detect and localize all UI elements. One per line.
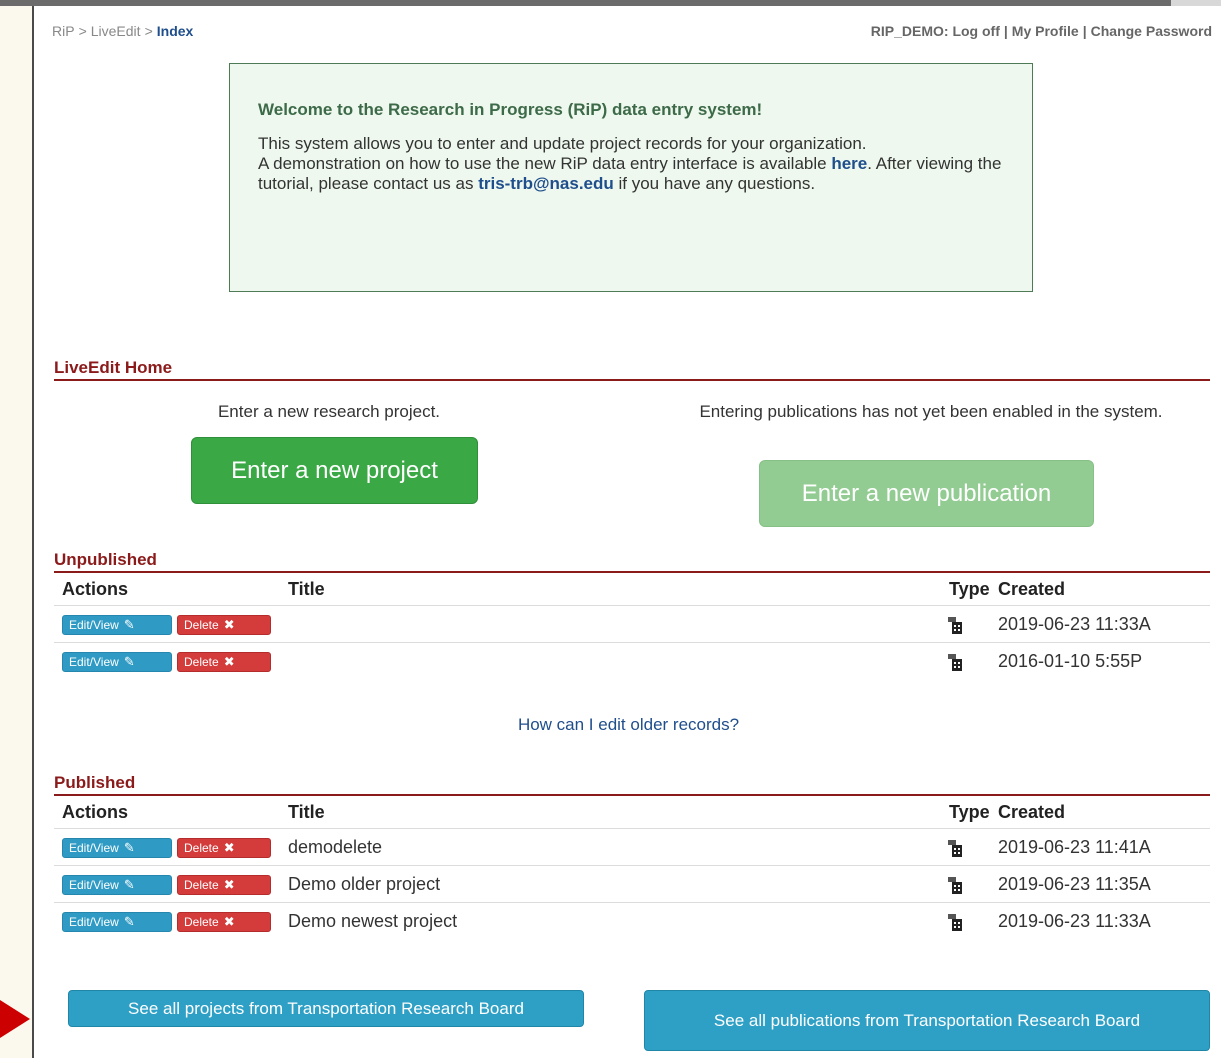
change-password-link[interactable]: Change Password (1091, 23, 1212, 39)
contact-email-link[interactable]: tris-trb@nas.edu (478, 174, 614, 193)
delete-label: Delete (184, 655, 219, 669)
red-pointer-arrow (0, 1000, 30, 1038)
welcome-title: Welcome to the Research in Progress (RiP… (258, 100, 763, 119)
breadcrumb-liveedit[interactable]: LiveEdit (91, 23, 141, 39)
breadcrumb-separator: > (144, 23, 153, 39)
delete-label: Delete (184, 841, 219, 855)
title-column-header: Title (288, 579, 325, 599)
edit-view-button[interactable]: Edit/View ✎ (62, 652, 172, 672)
close-icon: ✖ (223, 840, 235, 855)
liveedit-home-heading: LiveEdit Home (54, 357, 1210, 381)
row-created-date: 2019-06-23 11:35A (998, 874, 1151, 894)
edit-view-label: Edit/View (69, 915, 119, 929)
project-type-icon (948, 877, 962, 894)
row-title: demodelete (288, 837, 383, 857)
project-type-icon (948, 654, 962, 671)
welcome-text: if you have any questions. (613, 174, 816, 193)
user-menu: RIP_DEMO: Log off | My Profile | Change Pass… (871, 23, 1212, 39)
username: RIP_DEMO: (870, 23, 949, 39)
enter-new-project-button[interactable]: Enter a new project (191, 437, 478, 504)
row-created-date: 2016-01-10 5:55P (998, 651, 1143, 671)
close-icon: ✖ (223, 877, 235, 892)
edit-view-button[interactable]: Edit/View ✎ (62, 875, 172, 895)
delete-button[interactable]: Delete ✖ (177, 912, 271, 932)
edit-older-records-link[interactable]: How can I edit older records? (34, 715, 1221, 735)
table-header: Actions Title Type Created (54, 576, 1210, 604)
table-row: Edit/View ✎ Delete ✖ Demo newest project 2… (54, 902, 1210, 939)
type-column-header: Type (949, 802, 990, 822)
tutorial-here-link[interactable]: here (831, 154, 867, 173)
breadcrumb-current: Index (156, 23, 194, 39)
pencil-icon: ✎ (123, 617, 135, 632)
table-row: Edit/View ✎ Delete ✖ 2016-01-10 5:55P (54, 642, 1210, 679)
breadcrumb-separator: > (78, 23, 87, 39)
row-title: Demo older project (288, 874, 441, 894)
table-row: Edit/View ✎ Delete ✖ Demo older project 20… (54, 865, 1210, 902)
project-type-icon (948, 914, 962, 931)
close-icon: ✖ (223, 914, 235, 929)
actions-column-header: Actions (62, 579, 129, 599)
project-type-icon (948, 840, 962, 857)
page-content: RiP > LiveEdit > Index RIP_DEMO: Log off | My … (32, 6, 1221, 1058)
edit-view-button[interactable]: Edit/View ✎ (62, 838, 172, 858)
pencil-icon: ✎ (123, 877, 135, 892)
welcome-paragraph-2: A demonstration on how to use the new Ri… (258, 154, 1004, 194)
delete-label: Delete (184, 915, 219, 929)
pencil-icon: ✎ (123, 654, 135, 669)
created-column-header: Created (998, 579, 1066, 599)
see-all-publications-button[interactable]: See all publications from Transportation… (644, 990, 1210, 1051)
divider: | (1082, 23, 1087, 39)
divider: | (1003, 23, 1008, 39)
table-header: Actions Title Type Created (54, 799, 1210, 827)
project-type-icon (948, 617, 962, 634)
breadcrumb-rip[interactable]: RiP (52, 23, 75, 39)
edit-view-label: Edit/View (69, 655, 119, 669)
see-all-projects-button[interactable]: See all projects from Transportation Res… (68, 990, 584, 1027)
unpublished-heading: Unpublished (54, 549, 1210, 573)
row-created-date: 2019-06-23 11:41A (998, 837, 1151, 857)
delete-label: Delete (184, 618, 219, 632)
type-column-header: Type (949, 579, 990, 599)
edit-view-label: Edit/View (69, 878, 119, 892)
delete-button[interactable]: Delete ✖ (177, 652, 271, 672)
title-column-header: Title (288, 802, 325, 822)
new-project-text: Enter a new research project. (217, 402, 441, 421)
row-created-date: 2019-06-23 11:33A (998, 911, 1151, 931)
row-title: Demo newest project (288, 911, 458, 931)
row-created-date: 2019-06-23 11:33A (998, 614, 1151, 634)
edit-view-button[interactable]: Edit/View ✎ (62, 615, 172, 635)
pencil-icon: ✎ (123, 840, 135, 855)
close-icon: ✖ (223, 654, 235, 669)
enter-new-publication-button[interactable]: Enter a new publication (759, 460, 1094, 527)
delete-button[interactable]: Delete ✖ (177, 615, 271, 635)
welcome-text: A demonstration on how to use the new Ri… (258, 154, 832, 173)
welcome-paragraph-1: This system allows you to enter and upda… (258, 134, 867, 153)
actions-column-header: Actions (62, 802, 129, 822)
edit-view-button[interactable]: Edit/View ✎ (62, 912, 172, 932)
log-off-link[interactable]: Log off (952, 23, 999, 39)
delete-button[interactable]: Delete ✖ (177, 838, 271, 858)
published-heading: Published (54, 772, 1210, 796)
created-column-header: Created (998, 802, 1066, 822)
table-row: Edit/View ✎ Delete ✖ demodelete 2019-06-23… (54, 828, 1210, 865)
delete-button[interactable]: Delete ✖ (177, 875, 271, 895)
pencil-icon: ✎ (123, 914, 135, 929)
edit-view-label: Edit/View (69, 841, 119, 855)
delete-label: Delete (184, 878, 219, 892)
edit-view-label: Edit/View (69, 618, 119, 632)
welcome-box: Welcome to the Research in Progress (RiP… (229, 63, 1033, 292)
close-icon: ✖ (223, 617, 235, 632)
table-row: Edit/View ✎ Delete ✖ 2019-06-23 11:33A (54, 605, 1210, 642)
breadcrumb: RiP > LiveEdit > Index (52, 23, 193, 39)
publications-disabled-text: Entering publications has not yet been e… (699, 402, 1163, 421)
my-profile-link[interactable]: My Profile (1012, 23, 1079, 39)
